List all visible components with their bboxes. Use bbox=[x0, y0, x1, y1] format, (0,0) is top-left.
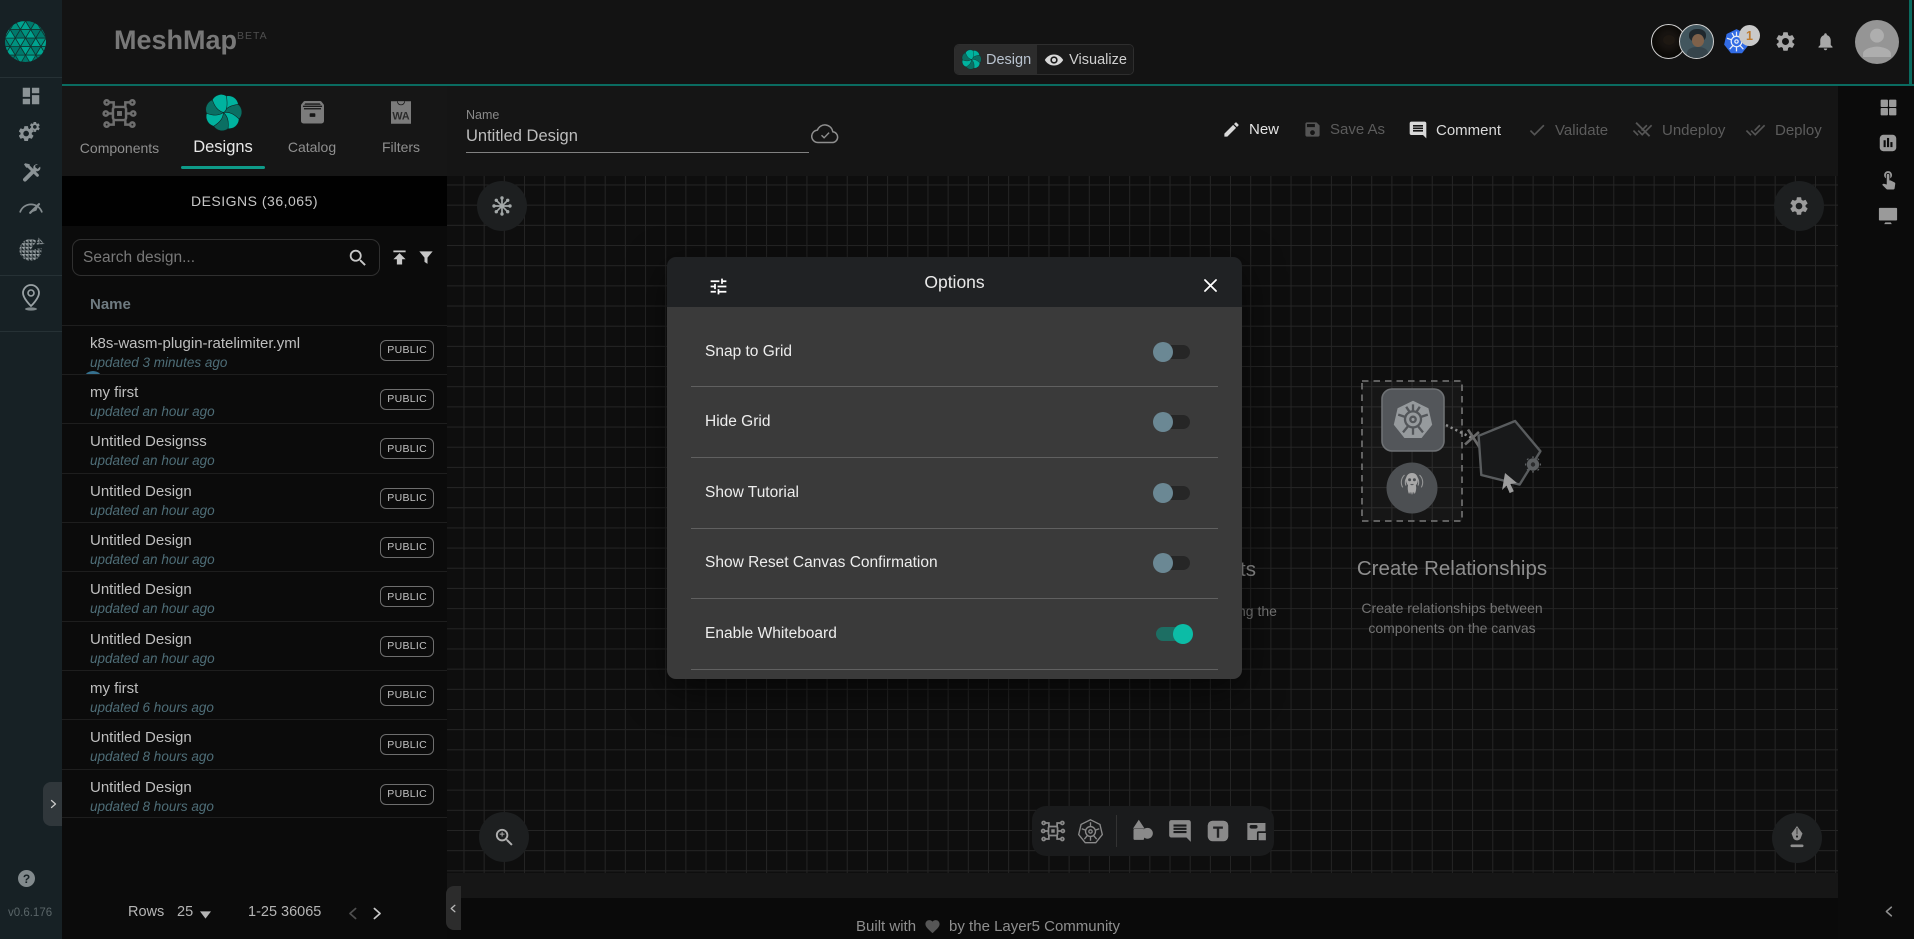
svg-text:WA: WA bbox=[392, 110, 410, 122]
